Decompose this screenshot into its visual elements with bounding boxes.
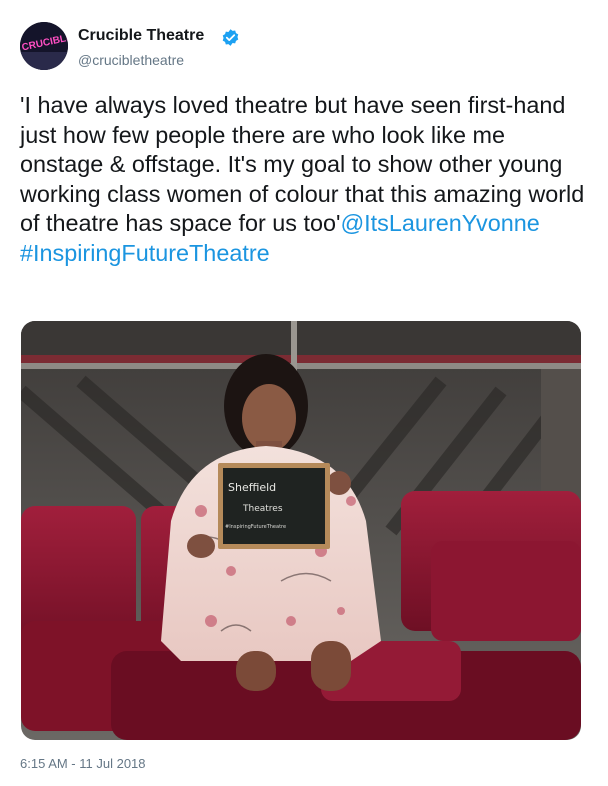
tweet-timestamp[interactable]: 6:15 AM - 11 Jul 2018 xyxy=(20,756,146,771)
user-handle[interactable]: @crucibletheatre xyxy=(78,52,184,68)
display-name[interactable]: Crucible Theatre xyxy=(78,27,204,45)
crucible-logo-icon: CRUCIBLE xyxy=(20,22,68,70)
avatar[interactable]: CRUCIBLE xyxy=(20,22,68,70)
tweet-text: 'I have always loved theatre but have se… xyxy=(20,91,592,269)
hashtag-link[interactable]: #InspiringFutureTheatre xyxy=(20,240,270,266)
mention-link[interactable]: @ItsLaurenYvonne xyxy=(340,210,539,236)
chalkboard-line-2: Theatres xyxy=(242,504,283,514)
photo-illustration: Sheffield Theatres #InspiringFutureTheat… xyxy=(21,321,581,740)
chalkboard-line-3: #InspiringFutureTheatre xyxy=(225,524,286,530)
tweet-photo[interactable]: Sheffield Theatres #InspiringFutureTheat… xyxy=(21,321,581,740)
chalkboard-line-1: Sheffield xyxy=(228,481,276,494)
verified-badge-icon xyxy=(222,29,239,46)
